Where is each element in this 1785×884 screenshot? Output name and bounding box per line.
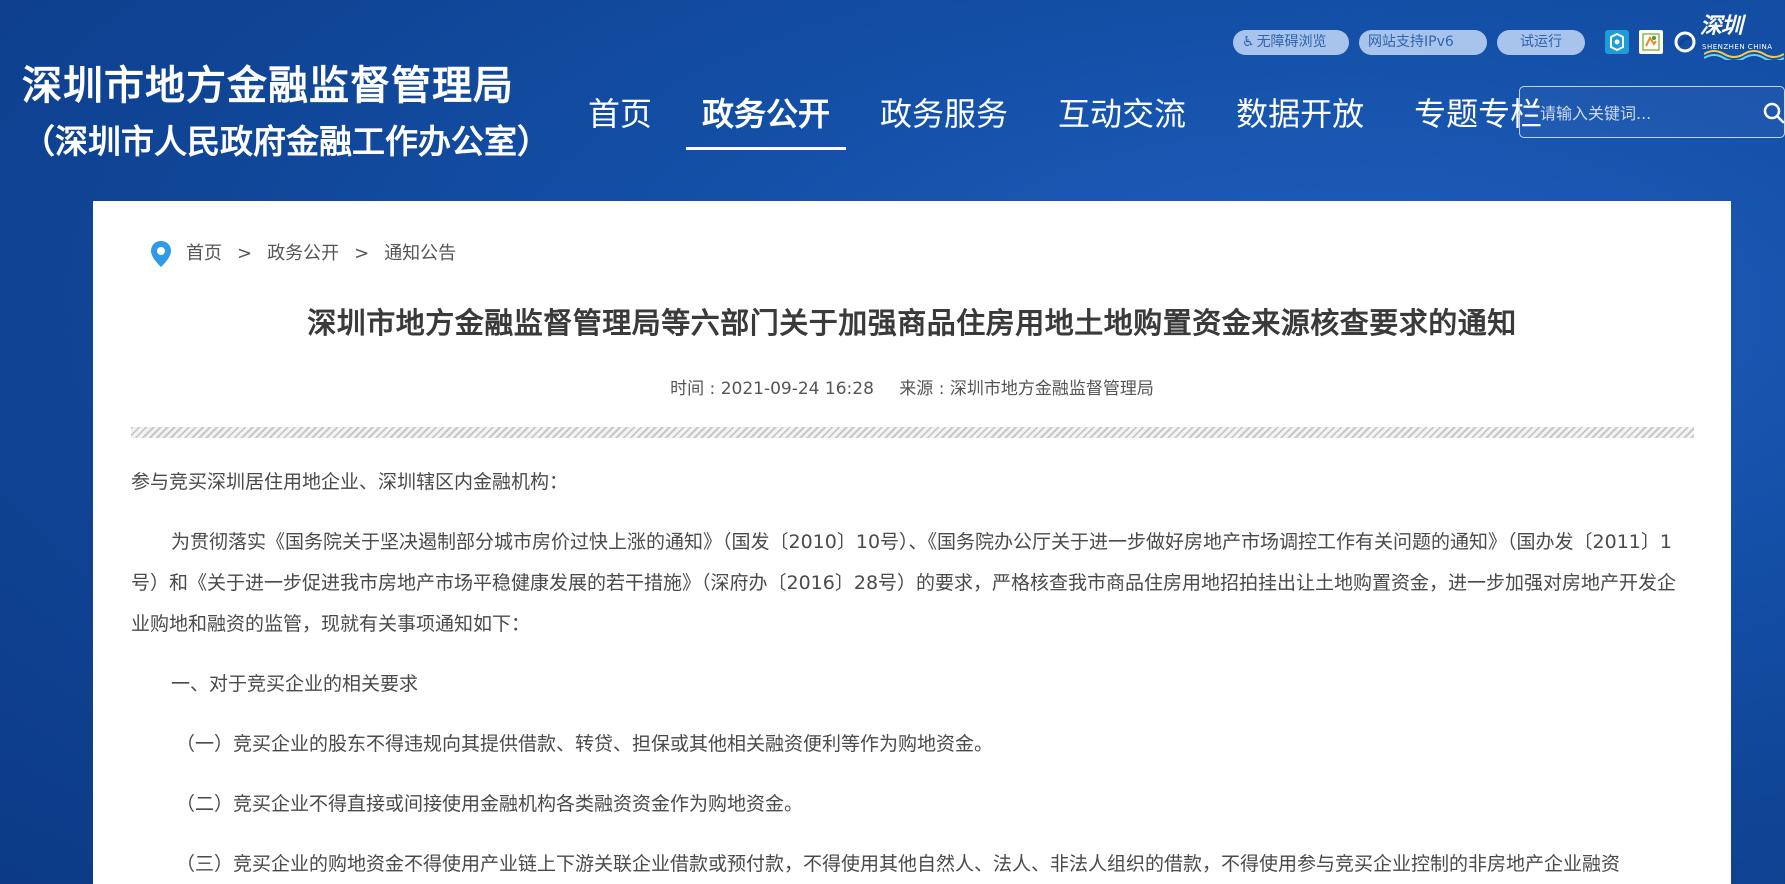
- logo-text: 深圳: [1700, 14, 1743, 39]
- intro-paragraph: 为贯彻落实《国务院关于坚决遏制部分城市房价过快上涨的通知》（国发〔2010〕10…: [131, 531, 1677, 635]
- section-heading: 一、对于竞买企业的相关要求: [171, 673, 419, 695]
- mini-program-icon[interactable]: [1639, 30, 1663, 54]
- main-nav: 首页 政务公开 政务服务 互动交流 数据开放 专题专栏: [572, 92, 1576, 150]
- nav-item-open-data[interactable]: 数据开放: [1220, 92, 1380, 150]
- divider: [131, 427, 1694, 438]
- top-toolbar: ♿ 无障碍浏览 网站支持IPv6 试运行: [1233, 29, 1697, 55]
- search-input[interactable]: [1538, 99, 1742, 127]
- breadcrumb-separator: >: [237, 243, 253, 264]
- article-source: 来源 : 深圳市地方金融监督管理局: [899, 379, 1154, 399]
- article-meta: 时间 : 2021-09-24 16:28 来源 : 深圳市地方金融监督管理局: [93, 376, 1731, 402]
- location-pin-icon: [151, 241, 171, 267]
- breadcrumb-home[interactable]: 首页: [186, 239, 222, 269]
- ipv6-button[interactable]: 网站支持IPv6: [1359, 29, 1487, 55]
- trial-run-button[interactable]: 试运行: [1497, 29, 1585, 55]
- weibo-icon[interactable]: [1673, 30, 1697, 54]
- ipv6-label: 网站支持IPv6: [1368, 33, 1454, 50]
- accessibility-icon: ♿: [1242, 33, 1255, 50]
- article-title: 深圳市地方金融监督管理局等六部门关于加强商品住房用地土地购置资金来源核查要求的通…: [307, 306, 1517, 340]
- content-card: 首页 > 政务公开 > 通知公告 深圳市地方金融监督管理局等六部门关于加强商品住…: [93, 201, 1731, 884]
- search-box: [1519, 86, 1785, 138]
- publish-time: 时间 : 2021-09-24 16:28: [670, 379, 874, 399]
- breadcrumb: 首页 > 政务公开 > 通知公告: [150, 239, 456, 269]
- nav-item-interaction[interactable]: 互动交流: [1042, 92, 1202, 150]
- accessible-browse-label: 无障碍浏览: [1256, 33, 1327, 50]
- article-body: 参与竞买深圳居住用地企业、深圳辖区内金融机构： 为贯彻落实《国务院关于坚决遏制部…: [131, 462, 1694, 884]
- trial-run-label: 试运行: [1520, 33, 1562, 50]
- nav-item-home[interactable]: 首页: [572, 92, 668, 150]
- search-icon[interactable]: [1762, 101, 1785, 125]
- list-item: （二）竞买企业不得直接或间接使用金融机构各类融资资金作为购地资金。: [176, 793, 804, 815]
- breadcrumb-separator: >: [354, 243, 370, 264]
- logo-subtext: SHENZHEN CHINA: [1702, 43, 1773, 51]
- nav-item-government-affairs[interactable]: 政务公开: [686, 92, 847, 150]
- list-item: （一）竞买企业的股东不得违规向其提供借款、转贷、担保或其他相关融资便利等作为购地…: [176, 733, 994, 755]
- shenzhen-logo[interactable]: 深圳 SHENZHEN CHINA: [1700, 14, 1785, 62]
- list-item: （三）竞买企业的购地资金不得使用产业链上下游关联企业借款或预付款，不得使用其他自…: [176, 853, 1621, 875]
- accessible-browse-button[interactable]: ♿ 无障碍浏览: [1233, 29, 1349, 55]
- site-title[interactable]: 深圳市地方金融监督管理局 （深圳市人民政府金融工作办公室）: [22, 60, 550, 168]
- breadcrumb-government-affairs[interactable]: 政务公开: [267, 239, 339, 269]
- site-title-line2: （深圳市人民政府金融工作办公室）: [22, 122, 550, 161]
- nav-item-services[interactable]: 政务服务: [864, 92, 1024, 150]
- site-title-line1: 深圳市地方金融监督管理局: [22, 63, 514, 109]
- breadcrumb-notices[interactable]: 通知公告: [384, 239, 456, 269]
- salutation: 参与竞买深圳居住用地企业、深圳辖区内金融机构：: [131, 471, 569, 493]
- wechat-mini-icon[interactable]: [1605, 30, 1629, 54]
